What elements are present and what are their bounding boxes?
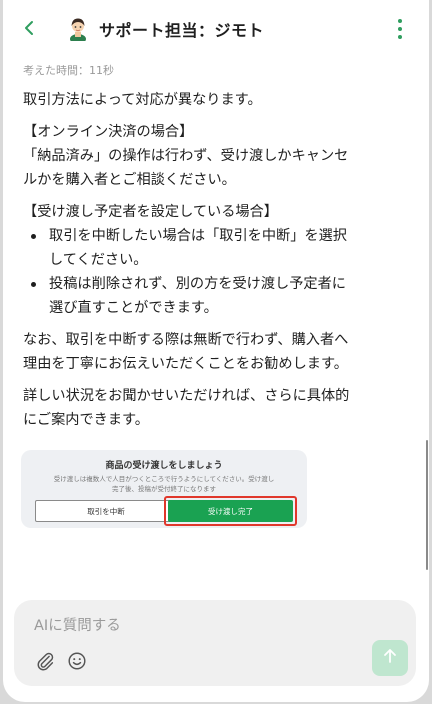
chat-header: サポート担当：ジモト xyxy=(3,0,429,56)
preview-done-button: 受け渡し完了 xyxy=(168,500,293,522)
text-line: なお、取引を中断する際は無断で行わず、購入者へ xyxy=(23,332,349,348)
arrow-up-icon xyxy=(381,647,399,669)
page-title: サポート担当：ジモト xyxy=(99,21,265,40)
preview-description: 受け渡しは複数人で人目がつくところで行うようにしてください。受け渡し 完了後、投… xyxy=(25,474,303,494)
text-line: してください。 xyxy=(49,252,148,268)
screenshot-preview: 商品の受け渡しをしましょう 受け渡しは複数人で人目がつくところで行うようにしてく… xyxy=(21,450,307,528)
intro-text: 取引方法によって対応が異なります。 xyxy=(23,92,262,108)
chat-window: サポート担当：ジモト 考えた時間：11秒 取引方法によって対応が異なります。 【… xyxy=(3,0,429,702)
section-heading: 【受け渡し予定者を設定している場合】 xyxy=(23,204,278,220)
list-item: 取引を中断したい場合は「取引を中断」を選択 してください。 xyxy=(23,224,393,272)
closing-text: 詳しい状況をお聞かせいただければ、さらに具体的 にご案内できます。 xyxy=(23,384,393,432)
preview-cancel-button: 取引を中断 xyxy=(35,500,177,522)
back-chevron-icon[interactable] xyxy=(17,16,41,40)
question-input[interactable] xyxy=(34,614,334,638)
thinking-time: 考えた時間：11秒 xyxy=(23,64,114,77)
assistant-message: 考えた時間：11秒 取引方法によって対応が異なります。 【オンライン決済の場合】… xyxy=(23,62,393,440)
bullet-list: 取引を中断したい場合は「取引を中断」を選択 してください。 投稿は削除されず、別… xyxy=(23,224,393,320)
composer xyxy=(14,600,416,686)
text-line: ルかを購入者とご相談ください。 xyxy=(23,172,236,188)
list-item: 投稿は削除されず、別の方を受け渡し予定者に 選び直すことができます。 xyxy=(23,272,393,320)
text-line: 完了後、投稿が受付終了になります xyxy=(112,485,216,493)
note-text: なお、取引を中断する際は無断で行わず、購入者へ 理由を丁寧にお伝えいただくことを… xyxy=(23,328,393,376)
bullet-dot xyxy=(31,282,36,287)
preview-title: 商品の受け渡しをしましょう xyxy=(105,461,223,471)
paperclip-icon[interactable] xyxy=(34,650,56,672)
send-button[interactable] xyxy=(372,640,408,676)
scrollbar[interactable] xyxy=(426,440,428,570)
avatar-icon xyxy=(65,15,91,44)
text-line: 「納品済み」の操作は行わず、受け渡しかキャンセ xyxy=(23,148,349,164)
more-vertical-icon[interactable] xyxy=(393,16,407,42)
online-payment-section: 【オンライン決済の場合】 「納品済み」の操作は行わず、受け渡しかキャンセ ルかを… xyxy=(23,120,393,192)
text-line: 取引を中断したい場合は「取引を中断」を選択 xyxy=(49,228,347,244)
bullet-dot xyxy=(31,234,36,239)
section-heading: 【オンライン決済の場合】 xyxy=(23,124,194,140)
text-line: にご案内できます。 xyxy=(23,412,149,428)
text-line: 選び直すことができます。 xyxy=(49,300,218,316)
text-line: 投稿は削除されず、別の方を受け渡し予定者に xyxy=(49,276,346,292)
text-line: 理由を丁寧にお伝えいただくことをお勧めします。 xyxy=(23,356,348,372)
text-line: 受け渡しは複数人で人目がつくところで行うようにしてください。受け渡し xyxy=(53,475,275,483)
text-line: 詳しい状況をお聞かせいただければ、さらに具体的 xyxy=(23,388,350,404)
smiley-icon[interactable] xyxy=(66,650,88,672)
